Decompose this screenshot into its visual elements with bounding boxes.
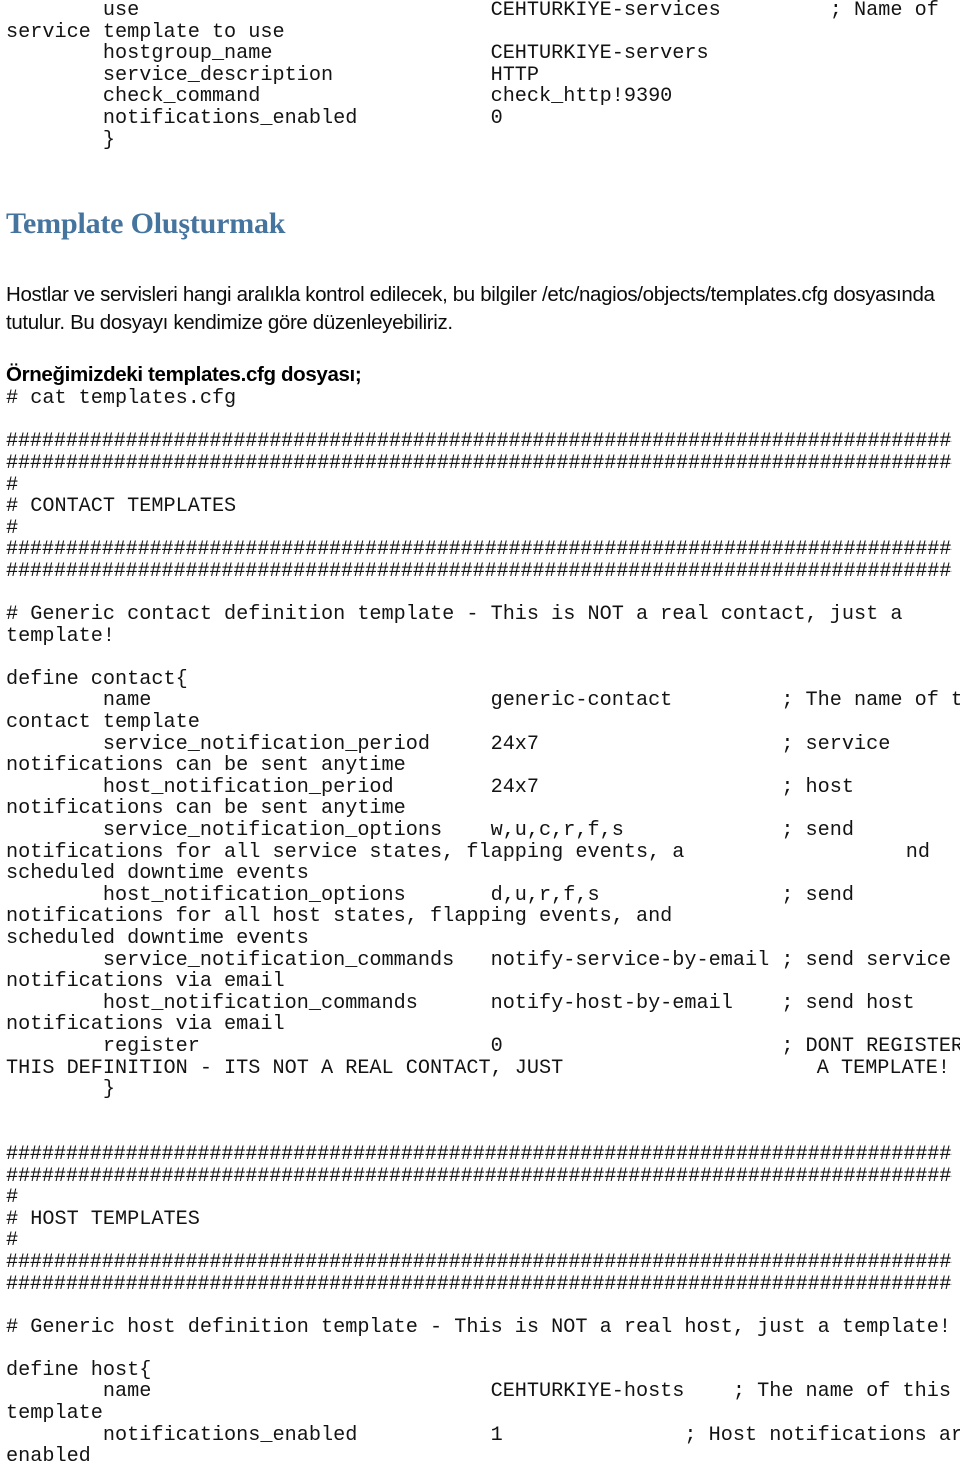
- contact-comment-continuation: template!: [6, 624, 116, 648]
- document-page: use CEHTURKIYE-services ; Name of servic…: [0, 0, 960, 1467]
- config-line: service_description HTTP: [6, 63, 540, 87]
- directive-continuation: notifications can be sent anytime: [6, 797, 406, 821]
- directive-service-notification-commands: service_notification_commands notify-ser…: [6, 948, 951, 972]
- comment-hash: #: [6, 516, 19, 540]
- directive-continuation: notifications can be sent anytime: [6, 754, 406, 778]
- directive-name: name generic-contact ; The name of this: [6, 689, 960, 713]
- comment-hash: #: [6, 473, 19, 497]
- directive-host-notification-options: host_notification_options d,u,r,f,s ; se…: [6, 883, 855, 907]
- continuation-tail: nd: [905, 840, 930, 864]
- comment-hash: #: [6, 1186, 19, 1210]
- directive-register: register 0 ; DONT REGISTER: [6, 1034, 960, 1058]
- divider-rule: ########################################…: [6, 1143, 952, 1166]
- directive-continuation-split: THIS DEFINITION - ITS NOT A REAL CONTACT…: [6, 1056, 952, 1080]
- contact-comment: # Generic contact definition template - …: [6, 603, 903, 627]
- define-contact-open: define contact{: [6, 667, 188, 691]
- top-config-block: use CEHTURKIYE-services ; Name of servic…: [6, 0, 952, 151]
- directive-service-notification-period: service_notification_period 24x7 ; servi…: [6, 732, 891, 756]
- divider-rule: ########################################…: [6, 1251, 952, 1274]
- directive-continuation: enabled: [6, 1445, 91, 1468]
- directive-continuation-split: notifications for all service states, fl…: [6, 842, 952, 864]
- divider-rule: ########################################…: [6, 560, 952, 583]
- divider-rule: ########################################…: [6, 1273, 952, 1296]
- divider-rule: ########################################…: [6, 431, 952, 453]
- divider-rule: ########################################…: [6, 539, 952, 561]
- directive-continuation: notifications via email: [6, 1013, 285, 1037]
- directive-continuation: scheduled downtime events: [6, 927, 309, 950]
- config-line: check_command check_http!9390: [6, 85, 673, 109]
- directive-host-notification-commands: host_notification_commands notify-host-b…: [6, 991, 915, 1015]
- directive-service-notification-options: service_notification_options w,u,c,r,f,s…: [6, 819, 855, 843]
- config-line: hostgroup_name CEHTURKIYE-servers: [6, 42, 709, 66]
- directive-continuation: contact template: [6, 711, 200, 735]
- directive-name: name CEHTURKIYE-hosts ; The name of this…: [6, 1380, 960, 1404]
- config-line: notifications_enabled 0: [6, 106, 503, 130]
- define-contact-close: }: [6, 1078, 116, 1102]
- config-block-close: }: [6, 128, 116, 152]
- directive-continuation: template: [6, 1402, 103, 1426]
- define-host-open: define host{: [6, 1358, 152, 1382]
- directive-host-notification-period: host_notification_period 24x7 ; host: [6, 775, 855, 799]
- intro-paragraph: Hostlar ve servisleri hangi aralıkla kon…: [6, 283, 935, 334]
- config-line: use CEHTURKIYE-services ; Name of: [6, 0, 939, 22]
- shell-command: # cat templates.cfg: [6, 387, 237, 411]
- example-subtitle: Örneğimizdeki templates.cfg dosyası;: [6, 363, 362, 387]
- comment-hash: #: [6, 1229, 19, 1253]
- directive-continuation: scheduled downtime events: [6, 862, 309, 886]
- host-templates-title: # HOST TEMPLATES: [6, 1207, 200, 1231]
- continuation-text: notifications for all service states, fl…: [6, 840, 685, 864]
- divider-rule: ########################################…: [6, 1165, 952, 1188]
- directive-continuation: notifications for all host states, flapp…: [6, 905, 673, 929]
- contact-templates-title: # CONTACT TEMPLATES: [6, 495, 237, 519]
- section-heading: Template Oluşturmak: [6, 207, 286, 241]
- continuation-tail: A TEMPLATE!: [816, 1056, 950, 1080]
- host-comment: # Generic host definition template - Thi…: [6, 1315, 951, 1339]
- config-line-continuation: service template to use: [6, 20, 285, 44]
- directive-notifications-enabled: notifications_enabled 1 ; Host notificat…: [6, 1423, 960, 1447]
- directive-continuation: notifications via email: [6, 970, 285, 994]
- divider-rule: ########################################…: [6, 452, 952, 475]
- continuation-text: THIS DEFINITION - ITS NOT A REAL CONTACT…: [6, 1056, 564, 1080]
